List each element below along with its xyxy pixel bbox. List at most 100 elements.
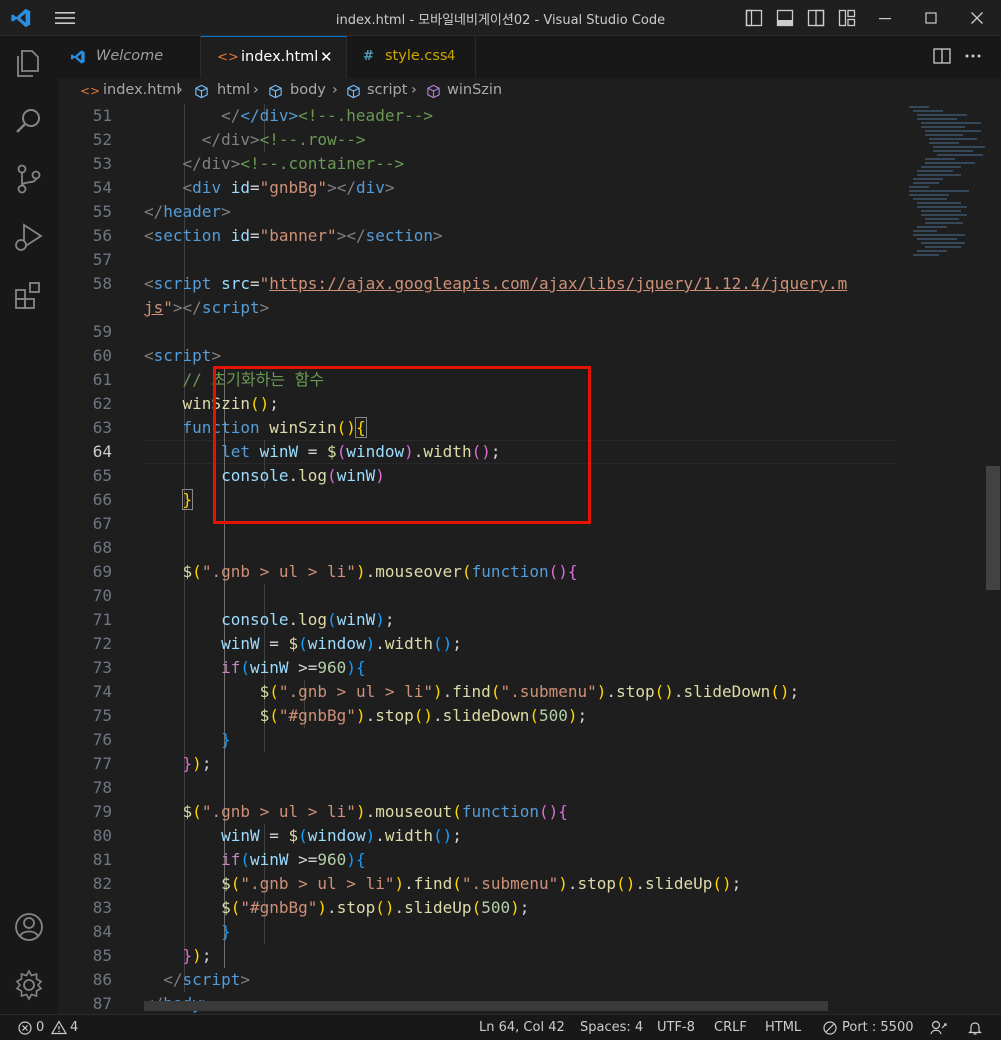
script-src-link[interactable]: https://ajax.googleapis.com/ajax/libs/jq… bbox=[269, 274, 847, 293]
line-number-text: 70 bbox=[92, 586, 112, 605]
explorer-icon[interactable] bbox=[12, 46, 46, 80]
minimap-line bbox=[913, 198, 947, 200]
element-cube-icon bbox=[195, 84, 208, 99]
minimap-line bbox=[917, 206, 967, 208]
code-editor[interactable]: 51 52 53 54 55 56 57 58 59 60 61 62 63 64 65 66 67 68 69 70… bbox=[58, 104, 1001, 1014]
minimap-line bbox=[925, 222, 963, 224]
code-line: </header> bbox=[144, 202, 231, 221]
minimap-line bbox=[917, 114, 967, 116]
minimap-line bbox=[925, 158, 955, 160]
chevron-right-icon: › bbox=[411, 82, 417, 98]
code-line: </div><!--.container--> bbox=[182, 154, 405, 173]
minimap-line bbox=[921, 210, 961, 212]
code-line: </div><!--.row--> bbox=[201, 130, 366, 149]
chevron-right-icon: › bbox=[332, 82, 338, 98]
warning-count[interactable]: 4 bbox=[70, 1020, 78, 1035]
code-line: if(winW >=960){ bbox=[221, 658, 366, 677]
html-icon: <> bbox=[80, 84, 101, 98]
menu-icon[interactable] bbox=[54, 10, 76, 26]
customize-layout-icon[interactable] bbox=[838, 9, 856, 27]
line-ending[interactable]: CRLF bbox=[714, 1020, 747, 1035]
search-icon[interactable] bbox=[12, 104, 46, 138]
html-icon: <> bbox=[217, 50, 239, 65]
css-hash-icon: # bbox=[363, 49, 374, 64]
chevron-right-icon: › bbox=[177, 82, 183, 98]
minimap-line bbox=[917, 202, 961, 204]
settings-gear-icon[interactable] bbox=[12, 968, 46, 1002]
minimap-line bbox=[921, 166, 961, 168]
line-number-text: 57 bbox=[92, 250, 112, 269]
code-line: $(".gnb > ul > li").find(".submenu").sto… bbox=[259, 682, 800, 701]
tab-label: Welcome bbox=[96, 48, 164, 64]
encoding[interactable]: UTF-8 bbox=[657, 1020, 695, 1035]
line-number: 59 bbox=[58, 320, 118, 344]
minimize-icon[interactable] bbox=[876, 9, 894, 27]
cursor-position[interactable]: Ln 64, Col 42 bbox=[479, 1020, 565, 1035]
code-line: $(".gnb > ul > li").find(".submenu").sto… bbox=[221, 874, 742, 893]
split-editor-icon[interactable] bbox=[932, 46, 952, 66]
minimap-line bbox=[913, 254, 939, 256]
toggle-primary-sidebar-icon[interactable] bbox=[745, 9, 763, 27]
error-count[interactable]: 0 bbox=[36, 1020, 44, 1035]
more-actions-icon[interactable] bbox=[963, 46, 983, 66]
horizontal-scrollbar[interactable] bbox=[144, 1001, 828, 1011]
live-server-port[interactable]: Port : 5500 bbox=[842, 1020, 914, 1035]
breadcrumb-item[interactable]: body bbox=[290, 82, 326, 98]
minimap-line bbox=[917, 170, 953, 172]
code-line: winW = $(window).width(); bbox=[221, 826, 462, 845]
minimap-line bbox=[917, 118, 957, 120]
vscode-logo-icon bbox=[11, 8, 31, 28]
line-number-text: 59 bbox=[92, 322, 112, 341]
source-control-icon[interactable] bbox=[12, 162, 46, 196]
tab-label: style.css bbox=[385, 48, 448, 64]
close-tab-icon[interactable]: ✕ bbox=[320, 48, 333, 66]
minimap-line bbox=[917, 250, 947, 252]
extensions-icon[interactable] bbox=[12, 278, 46, 312]
breadcrumb-item[interactable]: index.html bbox=[103, 82, 180, 98]
minimap-line bbox=[925, 134, 963, 136]
minimap-line bbox=[933, 146, 985, 148]
minimap-line bbox=[913, 182, 939, 184]
language-mode[interactable]: HTML bbox=[765, 1020, 801, 1035]
tab-label: index.html bbox=[241, 49, 319, 65]
tab-index-html[interactable]: <> index.html ✕ bbox=[201, 36, 347, 78]
live-server-icon[interactable] bbox=[823, 1021, 837, 1035]
code-line: $("#gnbBg").stop().slideUp(500); bbox=[221, 898, 530, 917]
minimap-line bbox=[913, 230, 937, 232]
breadcrumb-item[interactable]: winSzin bbox=[447, 82, 502, 98]
minimap-line bbox=[925, 246, 961, 248]
notifications-bell-icon[interactable] bbox=[967, 1020, 983, 1036]
line-number: 78 bbox=[58, 776, 118, 800]
minimap-line bbox=[913, 178, 943, 180]
close-window-icon[interactable] bbox=[968, 9, 986, 27]
minimap[interactable] bbox=[903, 104, 985, 1014]
code-line: console.log(winW); bbox=[221, 610, 395, 629]
breadcrumb-item[interactable]: script bbox=[367, 82, 407, 98]
tab-style-css[interactable]: # style.css 4 bbox=[347, 36, 476, 78]
run-and-debug-icon[interactable] bbox=[12, 220, 46, 254]
accounts-icon[interactable] bbox=[12, 910, 46, 944]
breadcrumb-item[interactable]: html bbox=[217, 82, 250, 98]
toggle-panel-icon[interactable] bbox=[776, 9, 794, 27]
code-line: winW = $(window).width(); bbox=[221, 634, 462, 653]
status-bar: 0 4 Ln 64, Col 42 Spaces: 4 UTF-8 CRLF H… bbox=[0, 1014, 1001, 1040]
minimap-line bbox=[933, 150, 973, 152]
indentation[interactable]: Spaces: 4 bbox=[580, 1020, 643, 1035]
minimap-line bbox=[929, 142, 959, 144]
scrollbar-thumb[interactable] bbox=[986, 466, 1000, 590]
warning-icon[interactable] bbox=[51, 1020, 67, 1035]
maximize-icon[interactable] bbox=[922, 9, 940, 27]
minimap-line bbox=[929, 138, 977, 140]
toggle-secondary-sidebar-icon[interactable] bbox=[807, 9, 825, 27]
line-number: 67 bbox=[58, 512, 118, 536]
tab-welcome[interactable]: Welcome bbox=[58, 36, 201, 78]
error-icon[interactable] bbox=[18, 1021, 32, 1035]
accounts-feedback-icon[interactable] bbox=[930, 1020, 947, 1036]
element-cube-icon bbox=[269, 84, 282, 99]
minimap-line bbox=[921, 242, 965, 244]
minimap-line bbox=[921, 126, 965, 128]
minimap-line bbox=[913, 234, 965, 236]
line-number: 70 bbox=[58, 584, 118, 608]
minimap-line bbox=[921, 214, 967, 216]
minimap-line bbox=[921, 122, 981, 124]
